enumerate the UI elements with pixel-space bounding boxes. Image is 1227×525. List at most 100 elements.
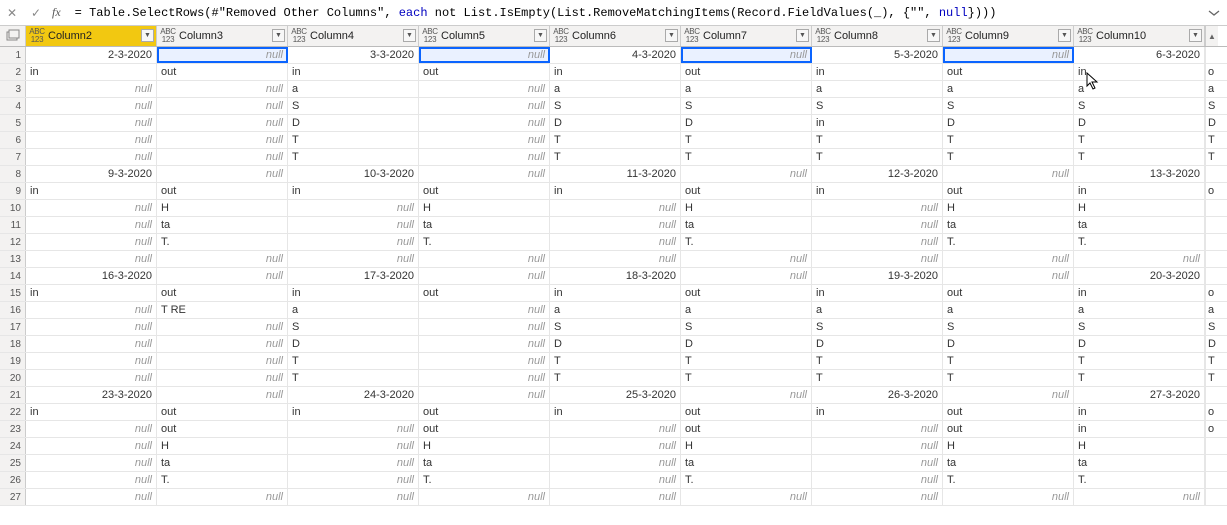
row-number[interactable]: 24 [0, 438, 26, 454]
cell[interactable]: out [681, 64, 812, 80]
column-filter-dropdown[interactable]: ▼ [796, 29, 809, 42]
table-row[interactable]: 12-3-2020null3-3-2020null4-3-2020null5-3… [0, 47, 1227, 64]
cell[interactable]: S [550, 319, 681, 335]
table-row[interactable]: 26nullT.nullT.nullT.nullT.T. [0, 472, 1227, 489]
cell[interactable]: T [288, 149, 419, 165]
column-header-column3[interactable]: ABC123Column3▼ [157, 26, 288, 46]
fx-icon[interactable]: fx [52, 5, 61, 20]
table-row[interactable]: 11nulltanulltanulltanulltata [0, 217, 1227, 234]
expand-formula-button[interactable] [1205, 7, 1223, 19]
row-number[interactable]: 21 [0, 387, 26, 403]
column-filter-dropdown[interactable]: ▼ [1058, 29, 1071, 42]
cancel-formula-button[interactable]: ✕ [4, 5, 20, 21]
select-all-corner[interactable] [0, 26, 26, 46]
cell[interactable]: D [1074, 336, 1205, 352]
cell[interactable]: a [1074, 81, 1205, 97]
cell[interactable]: T [550, 353, 681, 369]
cell[interactable]: T [943, 132, 1074, 148]
table-row[interactable]: 9inoutinoutinoutinoutino [0, 183, 1227, 200]
cell[interactable]: ta [157, 455, 288, 471]
table-row[interactable]: 23nulloutnulloutnulloutnulloutino [0, 421, 1227, 438]
cell[interactable]: out [943, 404, 1074, 420]
cell[interactable]: null [681, 166, 812, 182]
cell[interactable]: in [26, 183, 157, 199]
cell[interactable]: S [550, 98, 681, 114]
table-row[interactable]: 2inoutinoutinoutinoutino [0, 64, 1227, 81]
cell[interactable]: T [1074, 132, 1205, 148]
cell[interactable]: T. [943, 234, 1074, 250]
cell[interactable]: a [288, 81, 419, 97]
cell[interactable]: 11-3-2020 [550, 166, 681, 182]
cell[interactable]: out [419, 404, 550, 420]
cell[interactable]: T [288, 370, 419, 386]
row-number[interactable]: 18 [0, 336, 26, 352]
cell[interactable]: T [681, 149, 812, 165]
table-row[interactable]: 19nullnullTnullTTTTTT [0, 353, 1227, 370]
cell[interactable]: null [288, 438, 419, 454]
cell[interactable]: null [812, 251, 943, 267]
cell[interactable]: T. [157, 234, 288, 250]
cell[interactable]: T [943, 370, 1074, 386]
cell[interactable]: 4-3-2020 [550, 47, 681, 63]
cell[interactable]: T. [419, 472, 550, 488]
cell[interactable]: ta [419, 455, 550, 471]
cell[interactable]: a [943, 81, 1074, 97]
cell[interactable]: null [288, 472, 419, 488]
cell[interactable]: null [157, 98, 288, 114]
table-row[interactable]: 7nullnullTnullTTTTTT [0, 149, 1227, 166]
cell[interactable]: a [288, 302, 419, 318]
table-row[interactable]: 10nullHnullHnullHnullHH [0, 200, 1227, 217]
cell[interactable]: D [681, 115, 812, 131]
cell[interactable]: T [681, 132, 812, 148]
cell[interactable]: null [943, 268, 1074, 284]
cell[interactable]: null [943, 489, 1074, 505]
cell[interactable]: T. [1074, 472, 1205, 488]
row-number[interactable]: 6 [0, 132, 26, 148]
table-row[interactable]: 3nullnullanullaaaaaa [0, 81, 1227, 98]
cell[interactable]: T. [157, 472, 288, 488]
cell[interactable]: null [419, 302, 550, 318]
row-number[interactable]: 14 [0, 268, 26, 284]
cell[interactable]: out [419, 183, 550, 199]
cell[interactable]: null [26, 370, 157, 386]
cell[interactable]: out [157, 404, 288, 420]
cell[interactable]: out [157, 64, 288, 80]
cell[interactable]: T [1074, 353, 1205, 369]
cell[interactable]: T [288, 132, 419, 148]
column-header-column6[interactable]: ABC123Column6▼ [550, 26, 681, 46]
row-number[interactable]: 1 [0, 47, 26, 63]
cell[interactable]: null [26, 200, 157, 216]
cell[interactable]: H [1074, 438, 1205, 454]
cell[interactable]: S [1074, 98, 1205, 114]
cell[interactable]: null [26, 234, 157, 250]
row-number[interactable]: 20 [0, 370, 26, 386]
cell[interactable]: 19-3-2020 [812, 268, 943, 284]
cell[interactable]: out [943, 183, 1074, 199]
cell[interactable]: in [1074, 421, 1205, 437]
cell[interactable]: null [1074, 489, 1205, 505]
cell[interactable]: null [288, 489, 419, 505]
cell[interactable]: null [157, 387, 288, 403]
datatype-any-icon[interactable]: ABC123 [816, 28, 830, 44]
cell[interactable]: out [419, 285, 550, 301]
row-number[interactable]: 7 [0, 149, 26, 165]
cell[interactable]: 25-3-2020 [550, 387, 681, 403]
cell[interactable]: null [943, 166, 1074, 182]
cell[interactable]: out [681, 285, 812, 301]
cell[interactable]: null [288, 251, 419, 267]
cell[interactable]: 18-3-2020 [550, 268, 681, 284]
row-number[interactable]: 9 [0, 183, 26, 199]
table-row[interactable]: 2123-3-2020null24-3-2020null25-3-2020nul… [0, 387, 1227, 404]
table-row[interactable]: 18nullnullDnullDDDDDD [0, 336, 1227, 353]
cell[interactable]: in [550, 285, 681, 301]
cell[interactable]: null [812, 234, 943, 250]
cell[interactable]: T. [1074, 234, 1205, 250]
cell[interactable]: null [812, 438, 943, 454]
row-number[interactable]: 13 [0, 251, 26, 267]
cell[interactable]: 20-3-2020 [1074, 268, 1205, 284]
column-filter-dropdown[interactable]: ▼ [403, 29, 416, 42]
cell[interactable]: 6-3-2020 [1074, 47, 1205, 63]
cell[interactable]: H [943, 438, 1074, 454]
cell[interactable]: null [812, 217, 943, 233]
cell[interactable]: in [26, 64, 157, 80]
